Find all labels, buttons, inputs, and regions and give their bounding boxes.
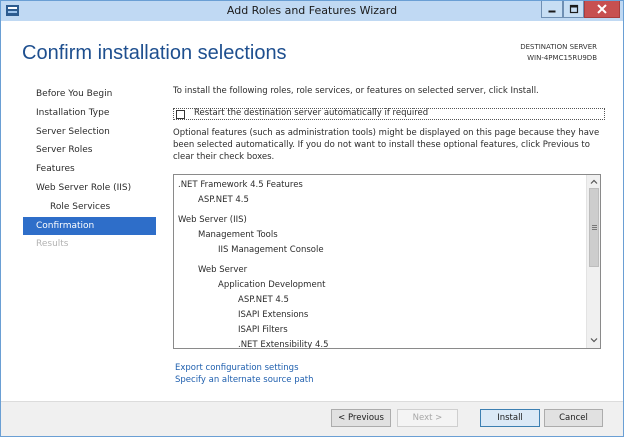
nav-item-features[interactable]: Features bbox=[23, 160, 156, 179]
nav-item-web-server-role[interactable]: Web Server Role (IIS) bbox=[23, 179, 156, 198]
maximize-icon bbox=[569, 4, 578, 14]
list-item: Management Tools bbox=[198, 230, 278, 240]
install-button[interactable]: Install bbox=[480, 409, 540, 427]
window-title: Add Roles and Features Wizard bbox=[226, 4, 398, 17]
nav-item-results: Results bbox=[36, 239, 69, 250]
destination-server-name: WIN-4PMC15RU9DB bbox=[527, 54, 597, 62]
list-item: IIS Management Console bbox=[218, 245, 324, 255]
cancel-button[interactable]: Cancel bbox=[544, 409, 603, 427]
destination-server-label: DESTINATION SERVER bbox=[520, 43, 597, 51]
list-item: .NET Extensibility 4.5 bbox=[238, 340, 329, 348]
close-icon bbox=[597, 4, 607, 14]
list-item: ASP.NET 4.5 bbox=[198, 195, 249, 205]
next-button: Next > bbox=[397, 409, 458, 427]
nav-item-confirmation[interactable]: Confirmation bbox=[23, 216, 156, 236]
nav-item-server-roles[interactable]: Server Roles bbox=[23, 141, 156, 160]
intro-text: To install the following roles, role ser… bbox=[173, 86, 539, 96]
close-button[interactable] bbox=[584, 1, 620, 18]
restart-checkbox-label[interactable]: Restart the destination server automatic… bbox=[194, 108, 428, 118]
export-configuration-link[interactable]: Export configuration settings bbox=[175, 363, 299, 373]
minimize-button[interactable] bbox=[541, 1, 563, 18]
title-bar[interactable]: Add Roles and Features Wizard bbox=[1, 1, 623, 21]
vertical-scrollbar[interactable] bbox=[586, 175, 600, 348]
list-item: .NET Framework 4.5 Features bbox=[178, 180, 303, 190]
list-item: ISAPI Extensions bbox=[238, 310, 309, 320]
list-item: Application Development bbox=[218, 280, 326, 290]
scroll-up-icon[interactable] bbox=[589, 177, 599, 187]
list-item: ISAPI Filters bbox=[238, 325, 288, 335]
restart-option[interactable]: Restart the destination server automatic… bbox=[173, 108, 605, 120]
wizard-nav: Before You Begin Installation Type Serve… bbox=[23, 85, 156, 254]
nav-item-server-selection[interactable]: Server Selection bbox=[23, 123, 156, 142]
nav-item-before-you-begin[interactable]: Before You Begin bbox=[23, 85, 156, 104]
wizard-window: Add Roles and Features Wizard Confirm in… bbox=[0, 0, 624, 437]
nav-item-installation-type[interactable]: Installation Type bbox=[23, 104, 156, 123]
list-item: Web Server bbox=[198, 265, 248, 275]
scrollbar-thumb[interactable] bbox=[589, 188, 599, 267]
selections-list-content: .NET Framework 4.5 Features ASP.NET 4.5 … bbox=[174, 175, 587, 348]
page-title: Confirm installation selections bbox=[22, 42, 287, 64]
minimize-icon bbox=[548, 10, 556, 13]
nav-item-role-services[interactable]: Role Services bbox=[23, 198, 156, 217]
optional-features-text: Optional features (such as administratio… bbox=[173, 128, 600, 162]
scroll-down-icon[interactable] bbox=[589, 335, 599, 345]
alternate-source-path-link[interactable]: Specify an alternate source path bbox=[175, 375, 314, 385]
restart-checkbox[interactable] bbox=[176, 110, 185, 119]
previous-button[interactable]: < Previous bbox=[331, 409, 391, 427]
selections-list[interactable]: .NET Framework 4.5 Features ASP.NET 4.5 … bbox=[173, 174, 601, 349]
list-item: Web Server (IIS) bbox=[178, 215, 247, 225]
maximize-button[interactable] bbox=[563, 1, 584, 18]
scrollbar-grip-icon bbox=[592, 225, 597, 230]
list-item: ASP.NET 4.5 bbox=[238, 295, 289, 305]
